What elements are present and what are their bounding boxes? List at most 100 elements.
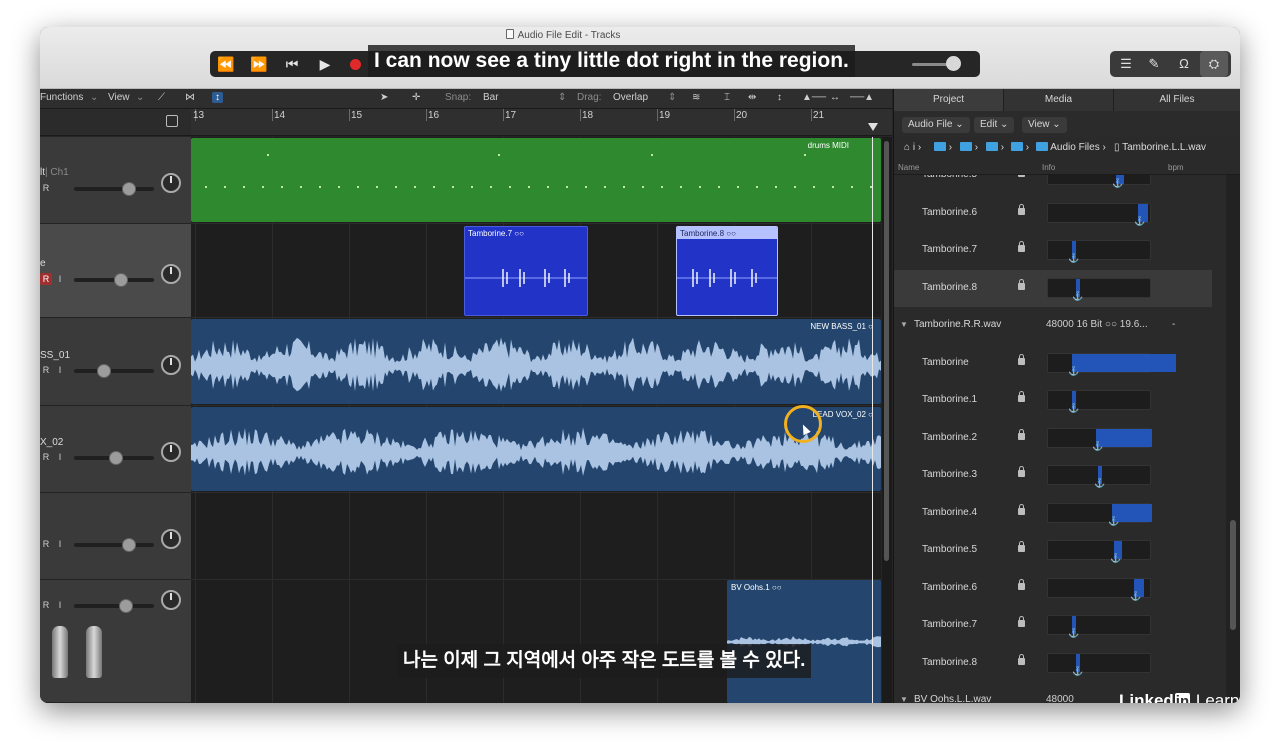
pan-knob[interactable] bbox=[161, 590, 181, 610]
pointer-tool-icon[interactable]: ➤ bbox=[380, 92, 388, 103]
home-icon[interactable]: ⌂ i › bbox=[904, 142, 921, 153]
browser-file-row[interactable]: ▼ Tamborine.R.R.wav 48000 16 Bit ○○ 19.6..… bbox=[894, 307, 1212, 344]
disclosure-triangle-icon[interactable]: ▼ bbox=[900, 320, 908, 329]
input-monitor-button[interactable]: I bbox=[54, 538, 66, 550]
rewind-button[interactable]: ⏪ bbox=[210, 51, 242, 77]
waveform-zoom-icon[interactable]: ≋ bbox=[692, 92, 700, 103]
lock-icon[interactable] bbox=[1018, 503, 1025, 515]
pan-knob[interactable] bbox=[161, 355, 181, 375]
pan-knob[interactable] bbox=[161, 264, 181, 284]
pan-knob[interactable] bbox=[161, 442, 181, 462]
track-header-bv-oohs[interactable]: R I bbox=[40, 580, 191, 703]
browser-region-row[interactable]: Tamborine ⚓ bbox=[894, 345, 1212, 382]
volume-fader[interactable] bbox=[74, 451, 154, 465]
go-to-start-button[interactable]: ⏮ bbox=[276, 51, 308, 77]
folder-icon[interactable]: › bbox=[1011, 142, 1029, 153]
master-volume-slider[interactable] bbox=[912, 63, 948, 66]
new-bass-01-region[interactable]: NEW BASS_01 ○ bbox=[191, 319, 881, 404]
volume-fader[interactable] bbox=[74, 182, 154, 196]
catch-icon[interactable]: ↕ bbox=[212, 92, 223, 103]
browser-region-row[interactable]: Tamborine.8 ⚓ bbox=[894, 645, 1212, 682]
column-info[interactable]: Info bbox=[1042, 163, 1055, 172]
track-header-drums[interactable]: lt| Ch1 R bbox=[40, 137, 191, 224]
volume-fader[interactable] bbox=[74, 273, 154, 287]
browser-region-row[interactable]: Tamborine.4 ⚓ bbox=[894, 495, 1212, 532]
input-monitor-button[interactable]: I bbox=[54, 273, 66, 285]
play-button[interactable]: ▶ bbox=[309, 51, 341, 77]
column-bpm[interactable]: bpm bbox=[1168, 163, 1184, 172]
volume-fader[interactable] bbox=[74, 364, 154, 378]
vertical-fit-icon[interactable]: ⌶ bbox=[724, 92, 730, 103]
lock-icon[interactable] bbox=[1018, 203, 1025, 215]
bar-ruler[interactable]: 13 14 15 16 17 18 19 20 21 bbox=[191, 109, 892, 136]
record-button[interactable] bbox=[350, 59, 361, 70]
browser-region-row[interactable]: Tamborine.1 ⚓ bbox=[894, 382, 1212, 419]
region-overview[interactable]: ⚓ bbox=[1047, 427, 1152, 450]
bv-oohs-1-region[interactable]: BV Oohs.1 ○○ bbox=[727, 580, 881, 703]
region-overview[interactable]: ⚓ bbox=[1047, 202, 1151, 225]
view-menu[interactable]: View bbox=[108, 92, 130, 103]
list-editors-icon[interactable]: ☰ bbox=[1112, 51, 1140, 77]
lock-icon[interactable] bbox=[1018, 175, 1025, 177]
horizontal-zoom-slider[interactable]: ──▲ bbox=[850, 92, 874, 103]
region-overview[interactable]: ⚓ bbox=[1047, 652, 1151, 675]
tab-media[interactable]: Media bbox=[1004, 89, 1114, 111]
track-header-bass[interactable]: SS_01 R I bbox=[40, 318, 191, 406]
record-enable-button[interactable]: R bbox=[40, 273, 52, 285]
record-enable-button[interactable]: R bbox=[40, 599, 52, 611]
browser-region-row[interactable]: Tamborine.2 ⚓ bbox=[894, 420, 1212, 457]
browser-region-row[interactable]: Tamborine.8 ⚓ bbox=[894, 269, 1212, 307]
browser-scrollbar[interactable] bbox=[1226, 175, 1240, 703]
region-overview[interactable]: ⚓ bbox=[1047, 615, 1151, 638]
folder-icon[interactable]: › bbox=[960, 142, 978, 153]
notepad-icon[interactable]: ✎ bbox=[1140, 51, 1168, 77]
volume-fader[interactable] bbox=[74, 538, 154, 552]
folder-icon[interactable]: › bbox=[986, 142, 1004, 153]
flex-icon[interactable]: ⋈ bbox=[185, 92, 195, 103]
region-overview[interactable]: ⚓ bbox=[1047, 352, 1176, 375]
region-overview[interactable]: ⚓ bbox=[1047, 465, 1151, 488]
region-overview[interactable]: ⚓ bbox=[1047, 240, 1151, 263]
browser-region-row[interactable]: Tamborine.7 ⚓ bbox=[894, 607, 1212, 644]
record-enable-button[interactable]: R bbox=[40, 538, 52, 550]
region-overview[interactable]: ⚓ bbox=[1047, 502, 1152, 525]
input-monitor-button[interactable]: I bbox=[54, 451, 66, 463]
drag-select[interactable]: Overlap bbox=[613, 92, 648, 103]
browser-region-row[interactable]: Tamborine.6 ⚓ bbox=[894, 195, 1212, 232]
input-monitor-button[interactable]: I bbox=[54, 364, 66, 376]
audio-file-menu[interactable]: Audio File ⌄ bbox=[902, 117, 970, 133]
global-tracks-icon[interactable] bbox=[166, 115, 178, 127]
folder-icon[interactable]: › bbox=[934, 142, 952, 153]
tab-project[interactable]: Project bbox=[894, 89, 1004, 111]
forward-button[interactable]: ⏩ bbox=[243, 51, 275, 77]
track-header-tamborine[interactable]: e R I bbox=[40, 224, 191, 318]
vertical-zoom-icon[interactable]: ↕ bbox=[777, 92, 782, 103]
region-overview[interactable]: ⚓ bbox=[1047, 277, 1151, 300]
breadcrumb-audio-files[interactable]: Audio Files › bbox=[1036, 142, 1106, 153]
input-monitor-button[interactable]: I bbox=[54, 599, 66, 611]
lock-icon[interactable] bbox=[1018, 353, 1025, 365]
loop-browser-icon[interactable]: Ω bbox=[1170, 51, 1198, 77]
drums-midi-region[interactable]: drums MIDI bbox=[191, 138, 881, 222]
horizontal-fit-icon[interactable]: ⇹ bbox=[748, 92, 756, 103]
track-header-5[interactable]: R I bbox=[40, 493, 191, 580]
browser-icon[interactable]: ⛭ bbox=[1200, 51, 1228, 77]
master-volume-knob[interactable] bbox=[946, 56, 961, 71]
lock-icon[interactable] bbox=[1018, 391, 1025, 402]
record-enable-button[interactable]: R bbox=[40, 364, 52, 376]
tamborine-7-region[interactable]: Tamborine.7 ○○ bbox=[464, 226, 588, 316]
disclosure-triangle-icon[interactable]: ▼ bbox=[900, 695, 908, 703]
playhead[interactable] bbox=[872, 137, 873, 703]
browser-region-row[interactable]: Tamborine.3 ⚓ bbox=[894, 457, 1212, 494]
browser-region-row[interactable]: Tamborine.5 ⚓ bbox=[894, 532, 1212, 569]
edit-menu[interactable]: Edit ⌄ bbox=[974, 117, 1015, 133]
snap-select[interactable]: Bar bbox=[483, 92, 499, 103]
lead-vox-02-region[interactable]: LEAD VOX_02 ○ bbox=[191, 407, 881, 491]
lock-icon[interactable] bbox=[1018, 278, 1025, 290]
region-overview[interactable]: ⚓ bbox=[1047, 577, 1151, 600]
browser-region-row[interactable]: Tamborine.6 ⚓ bbox=[894, 570, 1212, 607]
lock-icon[interactable] bbox=[1018, 653, 1025, 665]
marquee-tool-icon[interactable]: ✛ bbox=[412, 92, 420, 103]
vertical-zoom-slider[interactable]: ▲── bbox=[802, 92, 826, 103]
pan-knob[interactable] bbox=[161, 173, 181, 193]
